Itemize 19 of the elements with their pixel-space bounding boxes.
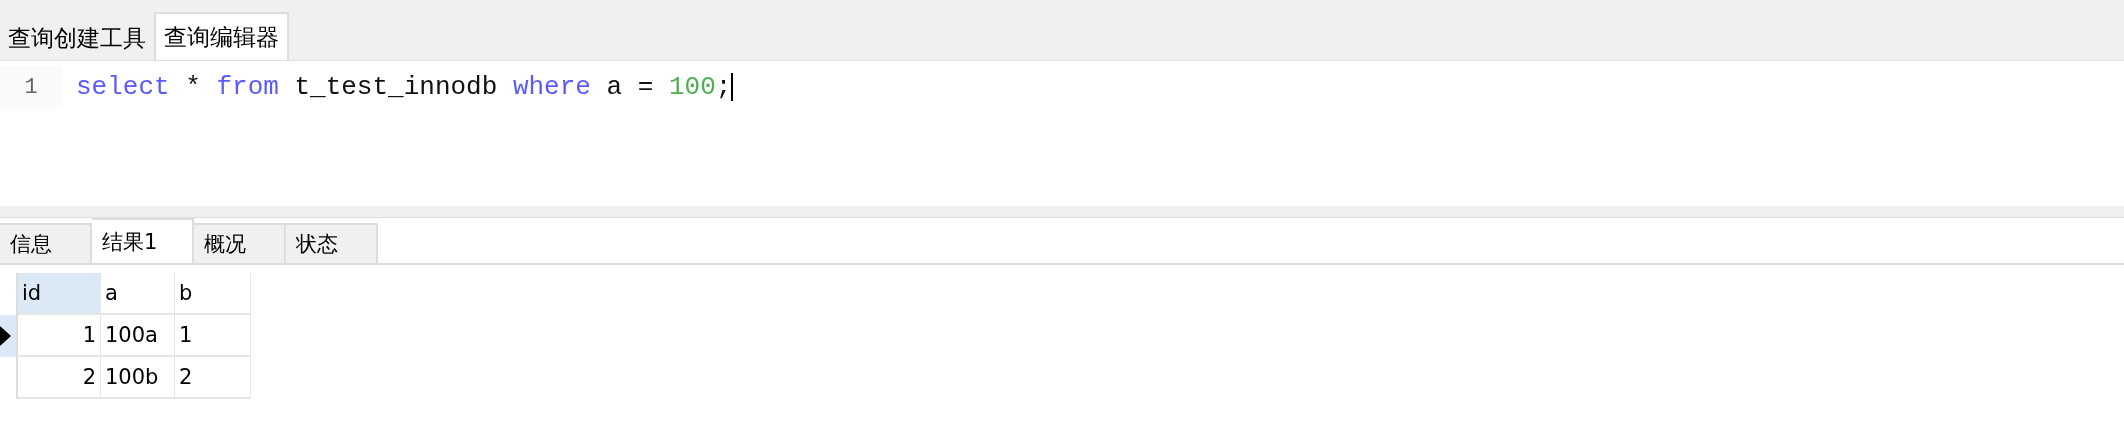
- table-cell: 1: [18, 315, 101, 357]
- result-tab[interactable]: 概况: [194, 223, 286, 263]
- table-cell: 100b: [101, 357, 175, 399]
- result-tab[interactable]: 信息: [0, 223, 92, 263]
- result-tab[interactable]: 状态: [286, 223, 378, 263]
- result-tab[interactable]: 结果1: [92, 218, 194, 263]
- code-line: select * from t_test_innodb where a = 100;: [76, 72, 732, 102]
- column-header[interactable]: a: [101, 273, 175, 315]
- table-cell: 100a: [101, 315, 175, 357]
- pane-splitter[interactable]: [0, 206, 2124, 218]
- table-cell: 2: [18, 357, 101, 399]
- editor-tab[interactable]: 查询编辑器: [154, 12, 289, 60]
- column-header[interactable]: b: [175, 273, 251, 315]
- table-cell: 2: [175, 357, 251, 399]
- row-indicator[interactable]: [0, 315, 18, 357]
- current-row-arrow-icon: [0, 326, 12, 346]
- table-cell: 1: [175, 315, 251, 357]
- column-header[interactable]: id: [18, 273, 101, 315]
- line-number: 1: [0, 67, 62, 107]
